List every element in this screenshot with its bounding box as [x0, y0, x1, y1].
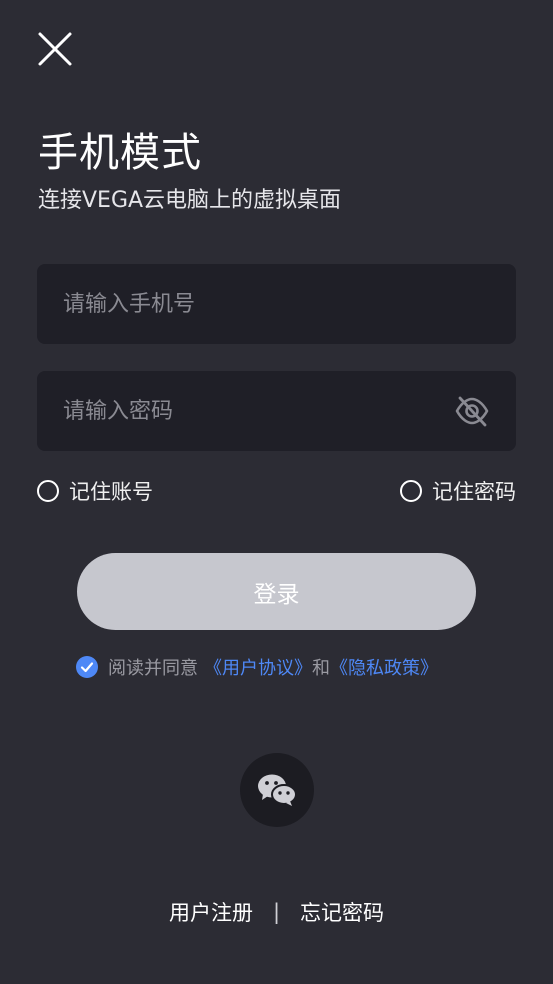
login-button[interactable]: 登录 — [77, 553, 476, 630]
remember-account-option[interactable]: 记住账号 — [37, 476, 153, 506]
agreement-prefix: 阅读并同意 — [108, 658, 198, 679]
wechat-login-button[interactable] — [240, 753, 314, 827]
password-field-container — [37, 371, 516, 451]
phone-input[interactable] — [37, 264, 516, 344]
remember-password-radio[interactable] — [400, 480, 422, 502]
check-icon — [80, 662, 94, 673]
agreement-joiner: 和 — [312, 658, 330, 679]
register-link[interactable]: 用户注册 — [169, 897, 253, 927]
footer-links: 用户注册 | 忘记密码 — [0, 897, 553, 927]
remember-account-label: 记住账号 — [69, 480, 153, 504]
forgot-password-link[interactable]: 忘记密码 — [300, 897, 384, 927]
wechat-icon — [258, 774, 297, 806]
page-subtitle: 连接VEGA云电脑上的虚拟桌面 — [38, 188, 342, 213]
close-icon — [38, 32, 72, 66]
eye-off-icon[interactable] — [454, 393, 490, 429]
phone-field-container — [37, 264, 516, 344]
remember-account-radio[interactable] — [37, 480, 59, 502]
footer-separator: | — [272, 900, 281, 924]
agreement-row: 阅读并同意 《用户协议》 和 《隐私政策》 — [76, 654, 438, 680]
agreement-checkbox[interactable] — [76, 656, 98, 678]
privacy-policy-link[interactable]: 《隐私政策》 — [330, 654, 438, 680]
page-title: 手机模式 — [38, 130, 202, 176]
remember-password-label: 记住密码 — [432, 480, 516, 504]
password-input[interactable] — [37, 371, 454, 451]
close-button[interactable] — [36, 30, 74, 68]
user-agreement-link[interactable]: 《用户协议》 — [204, 654, 312, 680]
remember-password-option[interactable]: 记住密码 — [400, 476, 516, 506]
